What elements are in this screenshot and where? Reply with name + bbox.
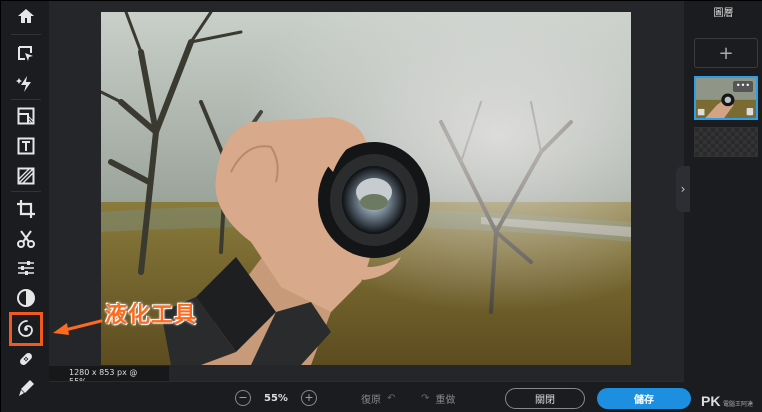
left-toolbar xyxy=(1,1,49,412)
add-layer-button[interactable]: + xyxy=(694,38,758,68)
toolbar-divider xyxy=(11,191,41,192)
zoom-level: 55% xyxy=(264,392,288,404)
adjust-icon[interactable] xyxy=(13,255,39,281)
texture-icon[interactable] xyxy=(13,163,39,189)
text-icon[interactable] xyxy=(13,133,39,159)
redo-label: 重做 xyxy=(435,394,456,406)
panel-toggle-chevron-icon[interactable]: › xyxy=(676,166,690,212)
zoom-in-button[interactable]: + xyxy=(301,390,317,406)
toolbar-divider xyxy=(11,99,41,100)
draw-icon[interactable] xyxy=(13,375,39,401)
annotation-label: 液化工具 xyxy=(105,303,198,328)
close-button[interactable]: 關閉 xyxy=(505,388,585,409)
photo-editor-window: 1280 x 853 px @ 55% 液化工具 圖層 + ••• › − 55… xyxy=(0,0,762,412)
annotation-arrow-icon xyxy=(53,319,103,335)
healing-icon[interactable] xyxy=(13,346,39,372)
redo-icon: ↷ xyxy=(421,392,430,404)
cutout-icon[interactable] xyxy=(13,226,39,252)
quick-fix-icon[interactable] xyxy=(13,71,39,97)
layout-icon[interactable] xyxy=(13,103,39,129)
toolbar-divider xyxy=(11,34,41,35)
layer-thumbnail[interactable]: ••• xyxy=(694,76,758,120)
layers-title: 圖層 xyxy=(713,8,734,19)
undo-button[interactable]: 復原 ↶ xyxy=(361,382,395,412)
save-button[interactable]: 儲存 xyxy=(597,388,691,409)
home-icon[interactable] xyxy=(13,3,39,29)
layers-panel: 圖層 + ••• xyxy=(684,1,762,412)
zoom-out-button[interactable]: − xyxy=(235,390,251,406)
undo-label: 復原 xyxy=(361,394,381,406)
liquify-icon[interactable] xyxy=(9,312,43,346)
layer-menu-button[interactable]: ••• xyxy=(733,81,753,92)
redo-button[interactable]: ↷ 重做 xyxy=(421,382,455,412)
watermark-subtitle: 電腦王阿達 xyxy=(723,401,754,408)
crop-icon[interactable] xyxy=(13,196,39,222)
arrange-icon[interactable] xyxy=(13,41,39,67)
filter-icon[interactable] xyxy=(13,285,39,311)
bottom-bar: − 55% + 復原 ↶ ↷ 重做 關閉 儲存 xyxy=(49,381,691,412)
undo-icon: ↶ xyxy=(387,392,396,404)
watermark-logo: PK xyxy=(701,393,721,409)
layer-empty-slot[interactable] xyxy=(694,127,758,157)
